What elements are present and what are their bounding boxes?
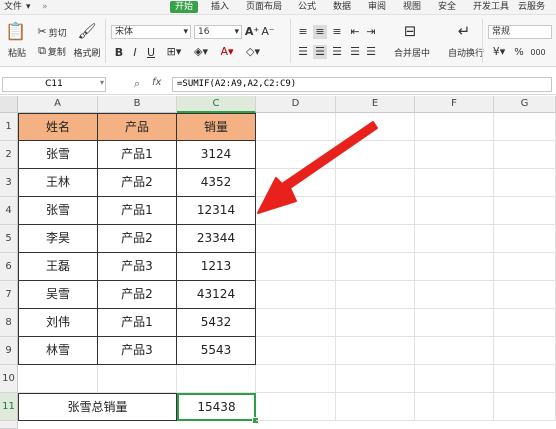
red-arrow-annotation	[257, 121, 378, 214]
arrow-icon	[257, 121, 378, 214]
